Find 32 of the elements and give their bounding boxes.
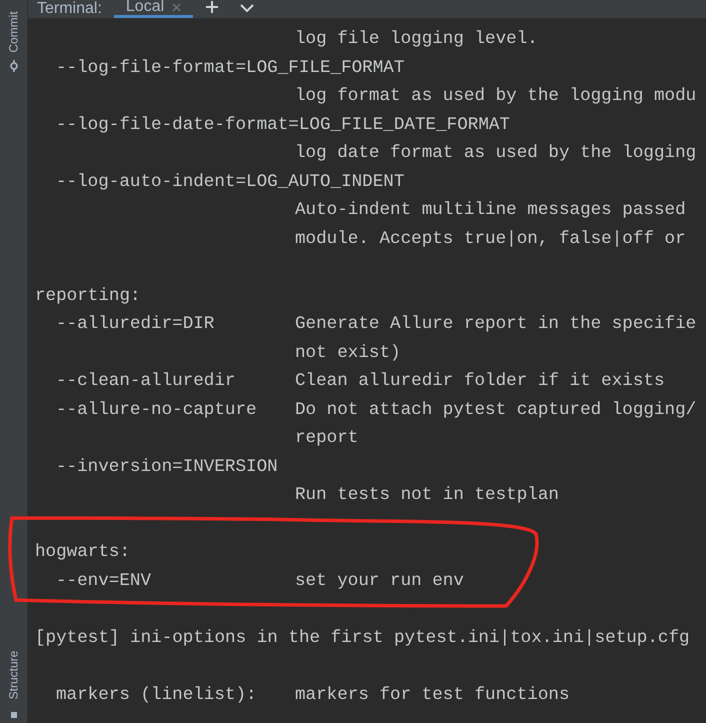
option-description: Clean alluredir folder if it exists — [295, 370, 665, 394]
add-icon[interactable] — [205, 0, 220, 14]
commit-tab[interactable]: Commit — [6, 8, 20, 72]
option-name: --log-auto-indent=LOG_AUTO_INDENT — [56, 172, 404, 192]
option-description: log format as used by the logging modu — [295, 85, 696, 108]
option-name: --inversion=INVERSION — [56, 456, 278, 477]
option-description: set your run env — [295, 570, 464, 593]
terminal-title: Terminal: — [37, 0, 102, 18]
option-name: --log-file-date-format=LOG_FILE_DATE_FORMAT — [56, 114, 510, 135]
structure-tab[interactable]: Structure — [6, 643, 20, 719]
option-description: Auto-indent multiline messages passed — [295, 199, 686, 222]
option-description: markers for test functions — [295, 684, 570, 707]
section-heading: hogwarts: — [35, 541, 130, 564]
option-name: --allure-no-capture — [56, 400, 257, 420]
option-name: --clean-alluredir — [56, 371, 236, 392]
section-heading: [pytest] ini-options in the first pytest.ini|tox.ini|setup.cfg — [35, 626, 690, 650]
option-description: log file logging level. — [295, 28, 538, 52]
option-description: Run tests not in testplan — [295, 484, 559, 508]
chevron-down-icon[interactable] — [239, 3, 256, 13]
option-name: markers (linelist): — [56, 684, 257, 705]
option-name: --alluredir=DIR — [56, 314, 214, 334]
option-description: log date format as used by the logging — [295, 142, 696, 166]
option-name: --log-file-format=LOG_FILE_FORMAT — [56, 58, 404, 78]
option-description: Generate Allure report in the specifie — [295, 313, 696, 336]
section-heading: reporting: — [35, 284, 141, 308]
option-description: report — [295, 427, 358, 450]
option-description: not exist) — [295, 342, 401, 365]
commit-icon — [8, 60, 20, 72]
option-name: --env=ENV — [56, 570, 152, 591]
structure-icon — [10, 711, 18, 719]
option-description: module. Accepts true|on, false|off or — [295, 228, 686, 251]
option-description: Do not attach pytest captured logging/ — [295, 398, 696, 422]
